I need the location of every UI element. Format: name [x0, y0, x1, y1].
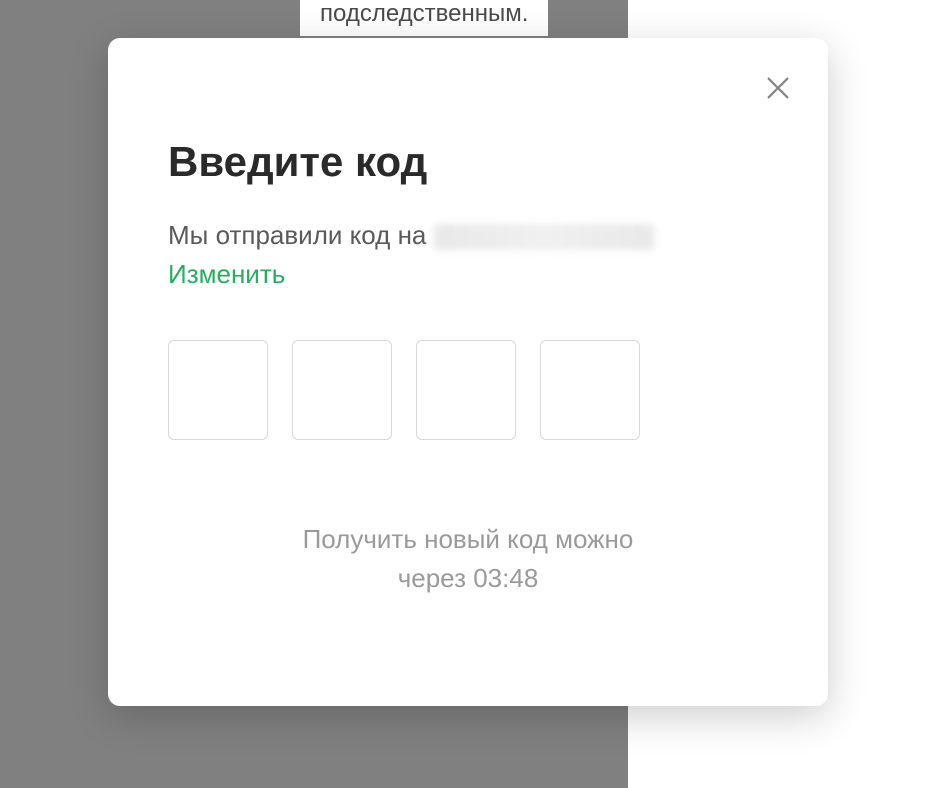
phone-number-redacted — [434, 224, 654, 250]
timer-line-2: через 03:48 — [168, 559, 768, 598]
verification-modal: Введите код Мы отправили код на Изменить… — [108, 38, 828, 706]
code-input-group — [168, 340, 768, 440]
code-digit-1[interactable] — [168, 340, 268, 440]
resend-timer: Получить новый код можно через 03:48 — [168, 520, 768, 598]
modal-title: Введите код — [168, 138, 768, 186]
close-button[interactable] — [758, 68, 798, 108]
code-digit-2[interactable] — [292, 340, 392, 440]
modal-overlay: Введите код Мы отправили код на Изменить… — [0, 0, 928, 788]
code-digit-4[interactable] — [540, 340, 640, 440]
modal-subtitle: Мы отправили код на — [168, 216, 768, 255]
change-phone-link[interactable]: Изменить — [168, 259, 768, 290]
subtitle-prefix: Мы отправили код на — [168, 220, 434, 250]
close-icon — [764, 74, 792, 102]
timer-line-1: Получить новый код можно — [168, 520, 768, 559]
code-digit-3[interactable] — [416, 340, 516, 440]
